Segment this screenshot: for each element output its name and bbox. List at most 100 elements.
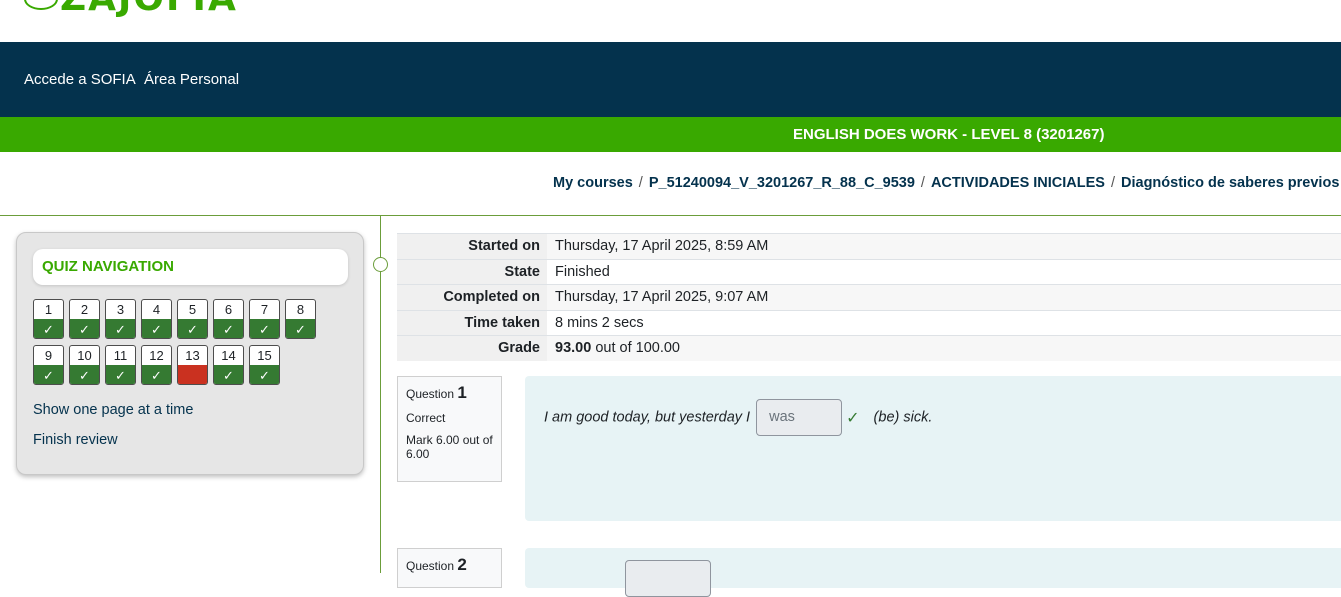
course-header: ENGLISH DOES WORK - LEVEL 8 (3201267) [0, 117, 1341, 152]
quiz-nav-question-button[interactable]: 12 ✓ [141, 345, 172, 385]
attempt-summary-table: Started on Thursday, 17 April 2025, 8:59… [397, 233, 1341, 361]
quiz-nav-question-button[interactable]: 5 ✓ [177, 299, 208, 339]
question-button-number: 7 [260, 302, 269, 317]
quiz-nav-question-button[interactable]: 1 ✓ [33, 299, 64, 339]
quiz-nav-question-button[interactable]: 14 ✓ [213, 345, 244, 385]
correct-check-icon: ✓ [106, 365, 135, 384]
question-text-after: (be) sick. [873, 409, 933, 426]
breadcrumb: My courses / P_51240094_V_3201267_R_88_C_9… [553, 175, 1339, 191]
summary-label: Grade [397, 336, 547, 361]
correct-check-icon: ✓ [286, 319, 315, 338]
question-button-number: 4 [152, 302, 161, 317]
summary-row-started: Started on Thursday, 17 April 2025, 8:59… [397, 233, 1341, 259]
summary-label: Started on [397, 234, 547, 259]
correct-check-icon: ✓ [106, 319, 135, 338]
question-button-number: 5 [188, 302, 197, 317]
quiz-nav-question-button[interactable]: 11 ✓ [105, 345, 136, 385]
question-button-number: 15 [257, 348, 272, 363]
summary-label: Completed on [397, 285, 547, 310]
question-button-number: 6 [224, 302, 233, 317]
summary-row-state: State Finished [397, 258, 1341, 284]
site-logo[interactable]: ZAJOFIA [60, 0, 238, 19]
top-navbar: Accede a SOFIA Área Personal [0, 42, 1341, 117]
logo-icon [24, 0, 58, 10]
question-text: I am good today, but yesterday I was ✓ (b… [544, 399, 932, 436]
quiz-navigation-header: QUIZ NAVIGATION [33, 249, 348, 285]
question-button-number: 1 [44, 302, 53, 317]
breadcrumb-separator: / [638, 175, 643, 191]
correct-check-icon: ✓ [846, 409, 860, 427]
breadcrumb-activity[interactable]: Diagnóstico de saberes previos [1121, 175, 1339, 191]
question-state: Correct [406, 411, 446, 425]
answer-field[interactable] [625, 560, 711, 597]
show-one-page-link[interactable]: Show one page at a time [33, 402, 193, 418]
finish-review-link[interactable]: Finish review [33, 432, 118, 448]
breadcrumb-separator: / [1110, 175, 1115, 191]
question-info-1: Question 1 Correct Mark 6.00 out of 6.00 [397, 376, 502, 482]
summary-label: Time taken [397, 310, 547, 335]
question-number: 2 [457, 555, 467, 574]
breadcrumb-my-courses[interactable]: My courses [553, 175, 633, 191]
summary-value: Finished [547, 259, 1341, 284]
summary-row-grade: Grade 93.00 out of 100.00 [397, 335, 1341, 361]
logo-bar: ZAJOFIA [0, 0, 1341, 42]
correct-check-icon: ✓ [214, 365, 243, 384]
question-info-2: Question 2 [397, 548, 502, 588]
question-content-2 [525, 548, 1341, 597]
correct-check-icon: ✓ [250, 365, 279, 384]
question-label: Question [406, 387, 455, 401]
correct-check-icon: ✓ [34, 365, 63, 384]
nav-accede-sofia[interactable]: Accede a SOFIA [24, 71, 136, 88]
quiz-nav-question-button[interactable]: 4 ✓ [141, 299, 172, 339]
question-button-number: 10 [77, 348, 92, 363]
question-content-1: I am good today, but yesterday I was ✓ (b… [525, 376, 1341, 521]
summary-row-completed: Completed on Thursday, 17 April 2025, 9:… [397, 284, 1341, 310]
summary-value: 8 mins 2 secs [547, 310, 1341, 335]
summary-row-time: Time taken 8 mins 2 secs [397, 309, 1341, 335]
correct-check-icon: ✓ [70, 365, 99, 384]
question-text-before: I am good today, but yesterday I [544, 409, 751, 426]
answer-field[interactable]: was [756, 399, 843, 436]
question-number: 1 [457, 383, 467, 402]
correct-check-icon: ✓ [178, 319, 207, 338]
quiz-nav-question-button[interactable]: 15 ✓ [249, 345, 280, 385]
correct-check-icon: ✓ [70, 319, 99, 338]
course-title: ENGLISH DOES WORK - LEVEL 8 (3201267) [793, 126, 1105, 143]
question-label: Question [406, 559, 455, 573]
correct-check-icon: ✓ [214, 319, 243, 338]
quiz-nav-question-button[interactable]: 6 ✓ [213, 299, 244, 339]
quiz-nav-question-button[interactable]: 9 ✓ [33, 345, 64, 385]
correct-check-icon: ✓ [250, 319, 279, 338]
quiz-nav-question-button[interactable]: 8 ✓ [285, 299, 316, 339]
quiz-navigation-block: QUIZ NAVIGATION 1 ✓ 2 ✓ 3 ✓ 4 ✓ 5 ✓ 6 ✓ 7 ✓ 8 ✓ 9 ✓ 10 ✓ 11 ✓… [16, 232, 364, 475]
question-button-number: 3 [116, 302, 125, 317]
drawer-toggle-handle[interactable] [373, 257, 388, 272]
quiz-nav-question-button[interactable]: 13 [177, 345, 208, 385]
grade-score: 93.00 [555, 340, 592, 356]
breadcrumb-section[interactable]: ACTIVIDADES INICIALES [931, 175, 1105, 191]
question-button-number: 8 [296, 302, 305, 317]
quiz-nav-question-button[interactable]: 3 ✓ [105, 299, 136, 339]
correct-check-icon: ✓ [142, 365, 171, 384]
question-mark: Mark 6.00 out of 6.00 [406, 433, 493, 461]
summary-value: 93.00 out of 100.00 [547, 336, 1341, 361]
quiz-nav-question-button[interactable]: 2 ✓ [69, 299, 100, 339]
question-button-number: 11 [113, 348, 128, 363]
quiz-nav-question-button[interactable]: 7 ✓ [249, 299, 280, 339]
summary-value: Thursday, 17 April 2025, 9:07 AM [547, 285, 1341, 310]
nav-area-personal[interactable]: Área Personal [144, 71, 239, 88]
question-button-number: 9 [44, 348, 53, 363]
correct-check-icon: ✓ [142, 319, 171, 338]
incorrect-marker [178, 365, 207, 384]
question-button-number: 13 [185, 348, 200, 363]
breadcrumb-separator: / [920, 175, 925, 191]
question-button-number: 2 [80, 302, 89, 317]
grade-suffix: out of 100.00 [591, 340, 680, 356]
summary-value: Thursday, 17 April 2025, 8:59 AM [547, 234, 1341, 259]
divider-horizontal [0, 215, 1341, 216]
breadcrumb-course-code[interactable]: P_51240094_V_3201267_R_88_C_9539 [649, 175, 915, 191]
quiz-nav-question-button[interactable]: 10 ✓ [69, 345, 100, 385]
correct-check-icon: ✓ [34, 319, 63, 338]
quiz-navigation-title: QUIZ NAVIGATION [42, 258, 174, 275]
summary-label: State [397, 259, 547, 284]
